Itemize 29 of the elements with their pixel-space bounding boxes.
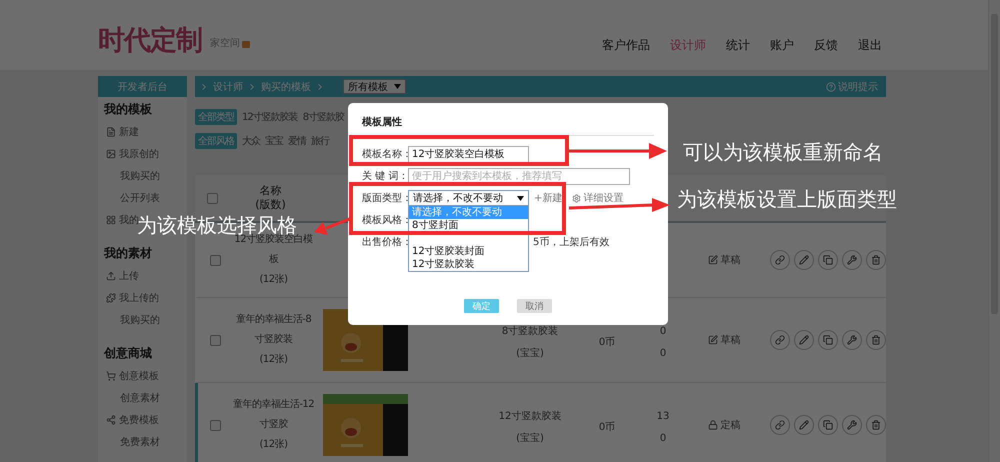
field-label: 关 键 词： [362,170,408,183]
annotation-text: 可以为该模板重新命名 [683,142,883,162]
table-cell-text: 0币 [598,336,616,350]
sidebar-title: 开发者后台 [98,76,187,97]
status-text: 定稿 [720,418,740,432]
field-label: 版面类型： [362,192,408,205]
logo: 时代定制 [98,27,202,54]
status-text: 草稿 [720,334,740,347]
status-text: 草稿 [720,254,740,267]
table-cell-text: 0币 [598,420,616,435]
help-label: 说明提示 [838,80,878,94]
field-label: 模板名称： [362,148,408,161]
table-cell-text: 0 0 [658,325,668,361]
column-header: 名称 (版数) [254,184,287,212]
field-label: 出售价格： [362,236,408,249]
dialog-title: 模板属性 [362,115,654,136]
price-note: 5币，上架后有效 [533,236,610,249]
field-label: 模板风格： [362,214,408,227]
table-cell-text: 8寸竖款胶装 (宝宝) [500,324,560,361]
section-heading: 我的素材 [102,244,153,262]
annotation-text: 为该模板选择风格 [137,215,297,235]
annotation-text: 为该模板设置上版面类型 [677,189,897,209]
table-cell-text: 童年的幸福生活-8寸竖胶装 (12张) [234,312,312,367]
section-heading: 我的模板 [102,100,153,118]
table-cell-text: 12寸竖胶装空白模板 (12张) [234,234,314,287]
table-cell-text: 12寸竖款胶装 (宝宝) [498,410,562,446]
section-heading: 创意商城 [102,344,153,362]
table-cell-text: 童年的幸福生活-12寸竖胶 (12张) [232,398,315,452]
table-cell-text: 13 0 [656,410,670,446]
